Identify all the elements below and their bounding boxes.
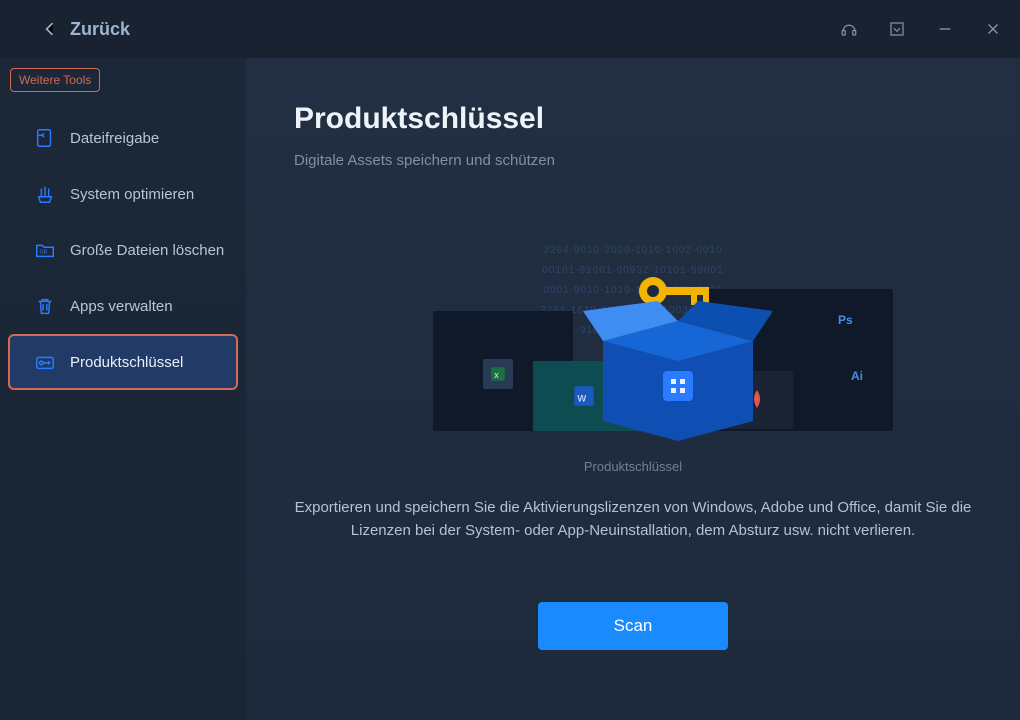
titlebar: Zurück — [0, 0, 1020, 58]
description-text: Exportieren und speichern Sie die Aktivi… — [294, 496, 972, 543]
sidebar-item-dateifreigabe[interactable]: Dateifreigabe — [0, 110, 246, 166]
sidebar-item-apps-verwalten[interactable]: Apps verwalten — [0, 278, 246, 334]
arrow-left-icon — [40, 19, 60, 39]
menu-dropdown-icon[interactable] — [888, 20, 906, 38]
sidebar: Weitere Tools Dateifreigabe System optim… — [0, 58, 246, 720]
key-card-icon — [34, 351, 56, 373]
sidebar-group-label: Weitere Tools — [10, 68, 100, 92]
main-panel: Produktschlüssel Digitale Assets speiche… — [246, 58, 1020, 720]
sidebar-item-produktschluessel[interactable]: Produktschlüssel — [8, 334, 238, 390]
window-controls — [840, 20, 1002, 38]
sidebar-item-label: System optimieren — [70, 186, 194, 203]
share-icon — [34, 127, 56, 149]
illustration-caption: Produktschlüssel — [584, 459, 682, 474]
close-button[interactable] — [984, 20, 1002, 38]
broom-icon — [34, 183, 56, 205]
illustration: 3264-9010-2020-1010-1002-0010 00101-9100… — [373, 241, 893, 441]
back-label: Zurück — [70, 19, 130, 40]
scan-button[interactable]: Scan — [538, 602, 728, 650]
trash-icon — [34, 295, 56, 317]
page-title: Produktschlüssel — [294, 102, 972, 136]
excel-icon: x — [489, 365, 507, 383]
sidebar-item-grosse-dateien[interactable]: GB Große Dateien löschen — [0, 222, 246, 278]
sidebar-item-label: Apps verwalten — [70, 298, 173, 315]
svg-text:x: x — [494, 370, 499, 380]
ps-tile-label: Ps — [838, 313, 853, 327]
svg-text:GB: GB — [40, 250, 48, 256]
sidebar-item-label: Große Dateien löschen — [70, 242, 224, 259]
sidebar-item-system-optimieren[interactable]: System optimieren — [0, 166, 246, 222]
sidebar-item-label: Produktschlüssel — [70, 354, 183, 371]
minimize-button[interactable] — [936, 20, 954, 38]
page-subtitle: Digitale Assets speichern und schützen — [294, 152, 972, 169]
back-button[interactable]: Zurück — [40, 19, 130, 40]
support-icon[interactable] — [840, 20, 858, 38]
folder-gb-icon: GB — [34, 239, 56, 261]
ai-tile-label: Ai — [851, 369, 863, 383]
sidebar-item-label: Dateifreigabe — [70, 130, 159, 147]
open-box-icon — [583, 301, 773, 441]
